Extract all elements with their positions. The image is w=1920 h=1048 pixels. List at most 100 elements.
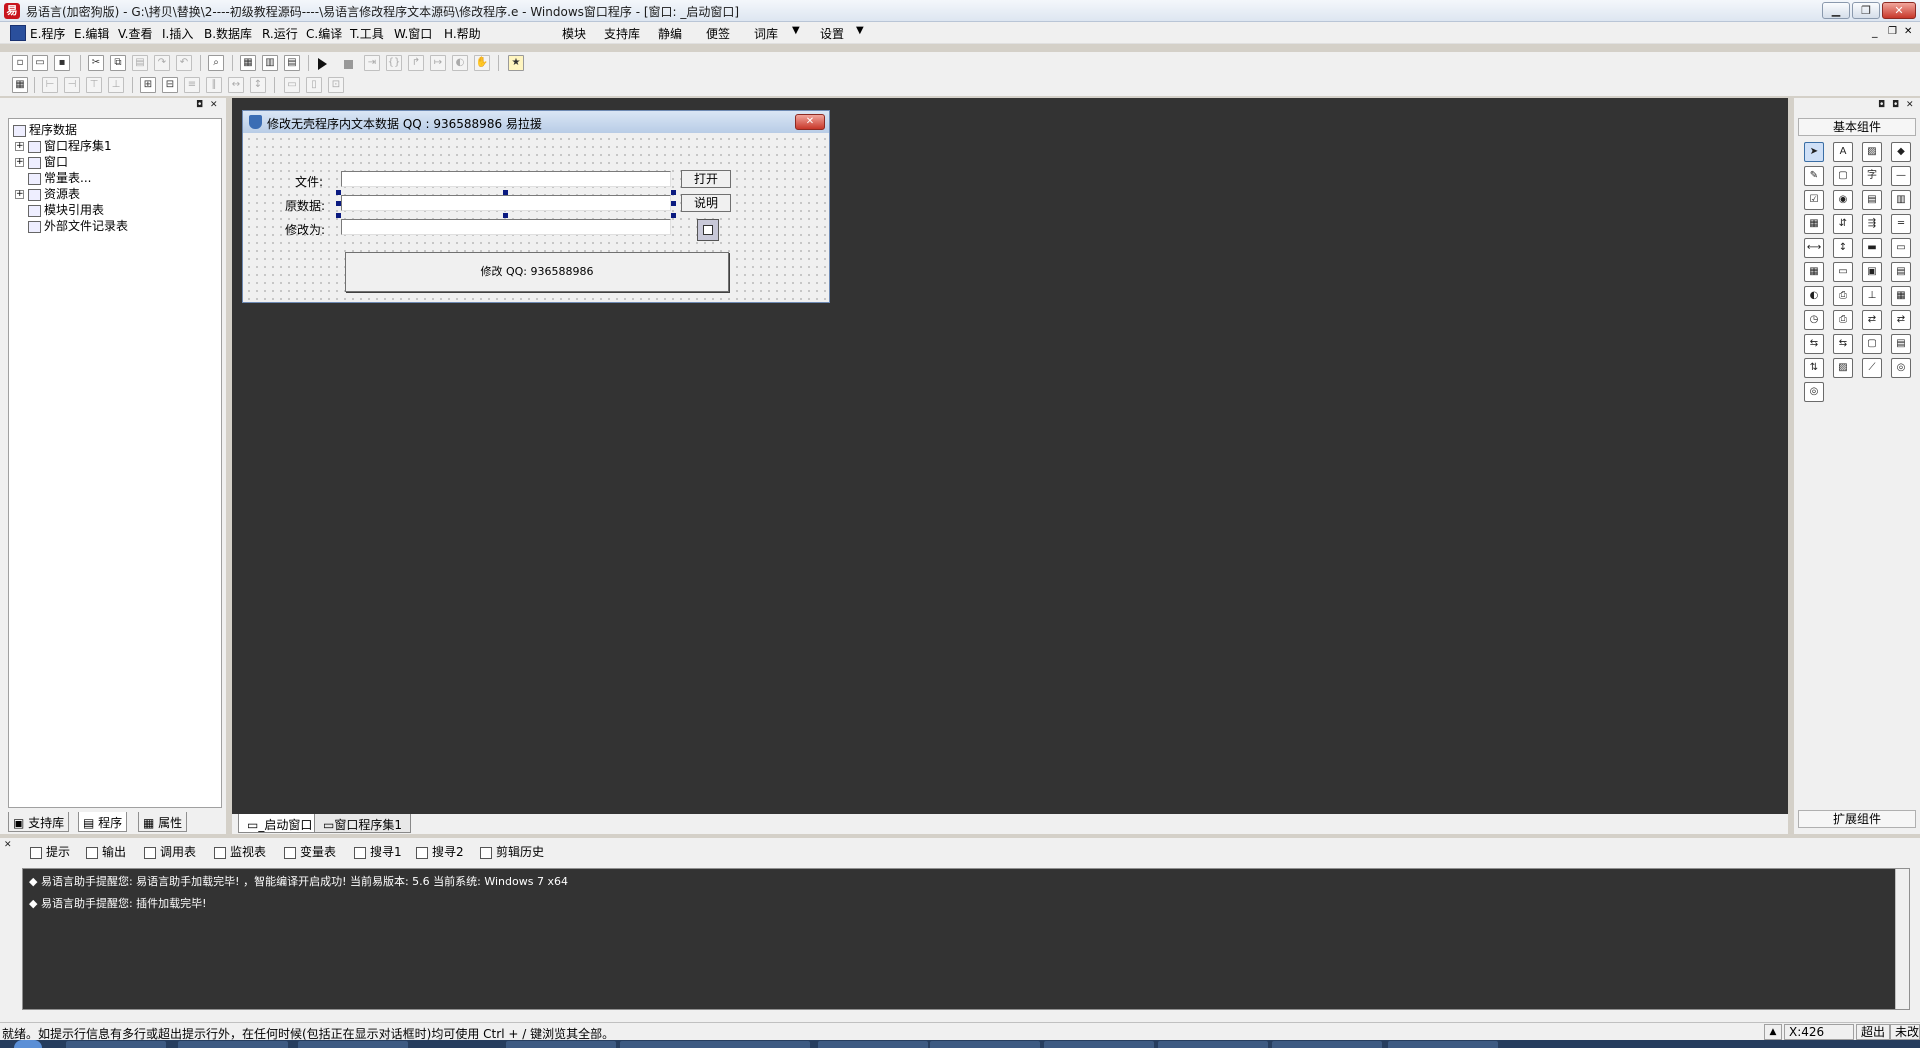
form-close-button[interactable]: ✕ (795, 114, 825, 130)
selection-handle[interactable] (671, 213, 676, 218)
list-box-icon[interactable]: ▤ (1862, 190, 1882, 210)
split-icon[interactable]: ⊥ (1862, 286, 1882, 306)
panel-close-icon[interactable]: ✕ (210, 100, 218, 110)
original-data-input[interactable] (341, 195, 671, 211)
taskbar-button[interactable] (620, 1041, 810, 1048)
taskbar-button[interactable] (1044, 1041, 1154, 1048)
mdi-minimize-button[interactable]: _ (1872, 26, 1884, 38)
taskbar-button[interactable] (818, 1041, 928, 1048)
pointer-icon[interactable]: ➤ (1804, 142, 1824, 162)
serial-icon[interactable]: ⇅ (1804, 358, 1824, 378)
stop-icon[interactable] (344, 60, 353, 69)
find-icon[interactable]: ⌕ (208, 55, 224, 71)
checkbox-icon[interactable]: ☑ (1804, 190, 1824, 210)
make-same-size-icon[interactable]: ▭ (284, 77, 300, 93)
edit-box-icon[interactable]: ✎ (1804, 166, 1824, 186)
form-client-area[interactable]: 文件: 打开 原数据: 说明 修改为: 修改 QQ: 936588986 (245, 135, 827, 301)
horizontal-line-icon[interactable]: ═ (1891, 214, 1911, 234)
run-to-cursor-icon[interactable]: ↦ (430, 55, 446, 71)
radio-icon[interactable]: ◉ (1833, 190, 1853, 210)
space-equal-h-icon[interactable]: ≡ (184, 77, 200, 93)
scroll-h-icon[interactable]: ⟷ (1804, 238, 1824, 258)
selection-handle[interactable] (336, 201, 341, 206)
panel-close-icon[interactable]: ✕ (4, 840, 12, 850)
selection-handle[interactable] (336, 190, 341, 195)
selection-handle[interactable] (503, 190, 508, 195)
tab-program[interactable]: ▤ 程序 (78, 812, 128, 832)
menu-tools[interactable]: T.工具 (350, 25, 384, 42)
toggle-breakpoint-icon[interactable]: ◐ (452, 55, 468, 71)
align-left-icon[interactable]: ⊢ (42, 77, 58, 93)
color-icon[interactable]: ◐ (1804, 286, 1824, 306)
network-icon[interactable]: ⇄ (1862, 310, 1882, 330)
lexicon-dropdown-icon[interactable]: ▼ (792, 25, 800, 36)
tab-output[interactable]: 输出 (84, 842, 128, 860)
menu-settings[interactable]: 设置 (820, 25, 844, 42)
grid-icon[interactable]: ▦ (12, 77, 28, 93)
tab-search-2[interactable]: 搜寻2 (414, 842, 466, 860)
combo-box-icon[interactable]: ▥ (1891, 190, 1911, 210)
table-icon[interactable]: ▦ (1891, 286, 1911, 306)
menu-edit[interactable]: E.编辑 (74, 25, 109, 42)
helper-icon[interactable]: ★ (508, 55, 524, 71)
step-into-icon[interactable]: ⇥ (364, 55, 380, 71)
tree-item-window[interactable]: + 窗口 (15, 153, 68, 169)
menu-lexicon[interactable]: 词库 (754, 25, 778, 42)
data-source-icon[interactable]: ▨ (1833, 358, 1853, 378)
menu-compile[interactable]: C.编译 (306, 25, 342, 42)
size-to-grid-icon[interactable]: ▯ (306, 77, 322, 93)
tree-root[interactable]: 程序数据 (13, 121, 77, 137)
layout-3-icon[interactable]: ▤ (284, 55, 300, 71)
step-out-icon[interactable]: ↱ (408, 55, 424, 71)
lock-controls-icon[interactable]: ⊡ (328, 77, 344, 93)
odbc-icon[interactable]: ◎ (1891, 358, 1911, 378)
taskbar-button[interactable] (178, 1041, 288, 1048)
undo-icon[interactable]: ↶ (176, 55, 192, 71)
panel-pin-icon[interactable]: ◘ (196, 100, 203, 110)
slider-icon[interactable]: ⇶ (1862, 214, 1882, 234)
taskbar-button[interactable] (1158, 1041, 1268, 1048)
tab-call-stack[interactable]: 调用表 (142, 842, 198, 860)
explain-button[interactable]: 说明 (681, 194, 731, 212)
picture-icon[interactable]: ▢ (1833, 166, 1853, 186)
minimize-button[interactable]: ▁ (1822, 2, 1850, 19)
open-button[interactable]: 打开 (681, 170, 731, 188)
run-icon[interactable] (318, 58, 327, 70)
menu-run[interactable]: R.运行 (262, 25, 298, 42)
tab-properties[interactable]: ▦ 属性 (138, 812, 188, 832)
line-icon[interactable]: — (1891, 166, 1911, 186)
file-box-icon[interactable]: ▤ (1891, 262, 1911, 282)
menu-static-compile[interactable]: 静编 (658, 25, 682, 42)
cut-icon[interactable]: ✂ (88, 55, 104, 71)
menu-notes[interactable]: 便签 (706, 25, 730, 42)
printer-icon[interactable]: ⎙ (1833, 286, 1853, 306)
taskbar-button[interactable] (930, 1041, 1040, 1048)
selection-handle[interactable] (671, 190, 676, 195)
paste-icon[interactable]: ▤ (132, 55, 148, 71)
tree-item-module-refs[interactable]: 模块引用表 (28, 201, 104, 217)
output-scrollbar[interactable] (1895, 869, 1909, 1009)
basic-components-header[interactable]: 基本组件 (1798, 118, 1916, 136)
menu-window[interactable]: W.窗口 (394, 25, 432, 42)
open-file-icon[interactable]: ▭ (32, 55, 48, 71)
tab-control-icon[interactable]: ▭ (1891, 238, 1911, 258)
progress-icon[interactable]: ▬ (1862, 238, 1882, 258)
selection-handle[interactable] (503, 213, 508, 218)
server-icon[interactable]: ⇆ (1833, 334, 1853, 354)
hand-tool-icon[interactable]: ✋ (474, 55, 490, 71)
mdi-close-button[interactable]: ✕ (1904, 26, 1916, 38)
panel-close-icon[interactable]: ✕ (1906, 100, 1914, 110)
menu-module[interactable]: 模块 (562, 25, 586, 42)
same-width-icon[interactable]: ↔ (228, 77, 244, 93)
odbc-db-icon[interactable]: ◎ (1804, 382, 1824, 402)
extended-components-header[interactable]: 扩展组件 (1798, 810, 1916, 828)
start-button[interactable] (14, 1040, 42, 1048)
expand-icon[interactable]: + (15, 158, 24, 167)
label-icon[interactable]: A (1833, 142, 1853, 162)
tab-startup-window[interactable]: ▭_启动窗口 (238, 814, 322, 833)
restore-button[interactable]: ❐ (1852, 2, 1880, 19)
menu-program[interactable]: E.程序 (30, 25, 65, 42)
taskbar-button[interactable] (1272, 1041, 1382, 1048)
copy-icon[interactable]: ⧉ (110, 55, 126, 71)
menu-view[interactable]: V.查看 (118, 25, 152, 42)
